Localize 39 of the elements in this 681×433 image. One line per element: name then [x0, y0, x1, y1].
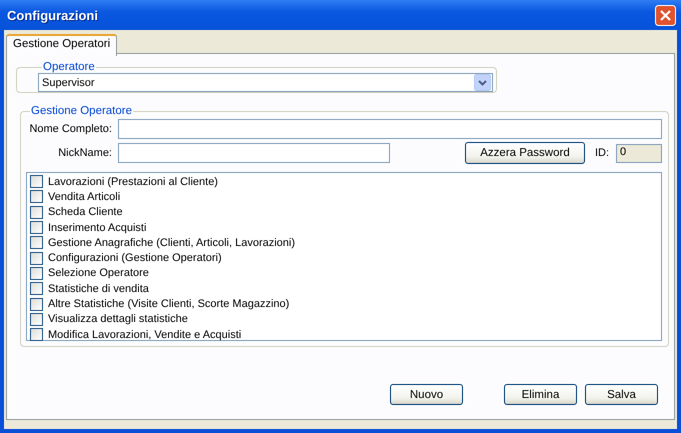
- permission-label[interactable]: Configurazioni (Gestione Operatori): [48, 252, 222, 264]
- checkbox[interactable]: [30, 190, 43, 204]
- checkbox[interactable]: [30, 298, 43, 311]
- checkbox[interactable]: [30, 236, 43, 250]
- reset-password-button[interactable]: Azzera Password: [465, 142, 585, 164]
- window-title: Configurazioni: [7, 8, 98, 22]
- checkbox[interactable]: [30, 221, 43, 234]
- action-button[interactable]: Nuovo: [390, 384, 463, 405]
- checkbox[interactable]: [30, 252, 43, 265]
- checkbox[interactable]: [30, 282, 43, 296]
- action-button[interactable]: Salva: [585, 384, 658, 405]
- chevron-down-icon: [474, 74, 491, 91]
- permission-label[interactable]: Lavorazioni (Prestazioni al Cliente): [48, 176, 218, 188]
- permission-label[interactable]: Inserimento Acquisti: [48, 222, 146, 234]
- checkbox[interactable]: [30, 328, 43, 342]
- close-icon[interactable]: [655, 4, 676, 26]
- group-title: Gestione Operatore: [30, 105, 134, 117]
- permission-label[interactable]: Statistiche di vendita: [48, 282, 149, 295]
- checkbox[interactable]: [30, 175, 43, 188]
- nickname-field[interactable]: [118, 143, 390, 163]
- permission-label[interactable]: Gestione Anagrafiche (Clienti, Articoli, Lavorazioni): [48, 236, 296, 249]
- checkbox[interactable]: [30, 312, 43, 326]
- checkbox[interactable]: [30, 206, 43, 219]
- tab[interactable]: Gestione Operatori: [6, 34, 118, 56]
- operator-dropdown[interactable]: Supervisor: [38, 73, 493, 92]
- group-title: Operatore: [42, 61, 96, 73]
- field-label: Nome Completo:: [28, 123, 112, 135]
- permission-label[interactable]: Visualizza dettagli statistiche: [48, 313, 188, 326]
- permission-label[interactable]: Selezione Operatore: [48, 267, 149, 280]
- field-label: ID:: [595, 147, 610, 159]
- permission-label[interactable]: Altre Statistiche (Visite Clienti, Scorte Magazzino): [48, 298, 290, 310]
- id-field: 0: [616, 144, 662, 162]
- action-button[interactable]: Elimina: [504, 384, 577, 405]
- permission-label[interactable]: Scheda Cliente: [48, 206, 123, 218]
- permission-label[interactable]: Modifica Lavorazioni, Vendite e Acquisti: [48, 328, 242, 341]
- permission-label[interactable]: Vendita Articoli: [48, 190, 120, 203]
- field-label: NickName:: [57, 147, 112, 159]
- checkbox[interactable]: [30, 266, 43, 280]
- full-name-field[interactable]: [118, 119, 662, 139]
